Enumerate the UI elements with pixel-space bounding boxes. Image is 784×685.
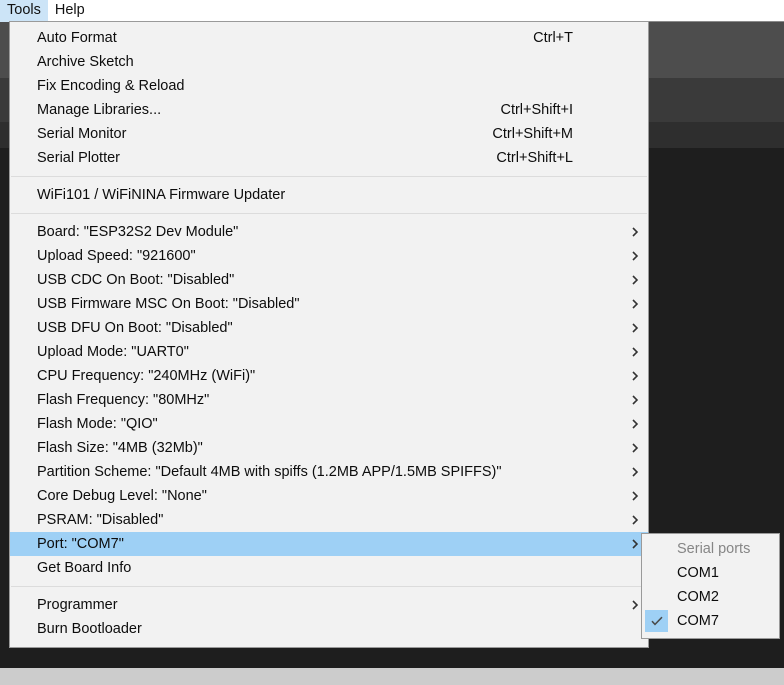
menu-group-board-configuration: Board: "ESP32S2 Dev Module" Upload Speed… xyxy=(10,220,648,580)
menu-item-shortcut: Ctrl+T xyxy=(533,30,573,46)
menu-item-label: Upload Mode: "UART0" xyxy=(37,344,189,360)
menu-item-label: PSRAM: "Disabled" xyxy=(37,512,164,528)
menu-item-label: Fix Encoding & Reload xyxy=(37,78,185,94)
menubar-item-tools-label: Tools xyxy=(7,1,41,18)
menu-item-wifi-firmware-updater[interactable]: WiFi101 / WiFiNINA Firmware Updater xyxy=(10,183,648,207)
menu-item-label: USB CDC On Boot: "Disabled" xyxy=(37,272,235,288)
chevron-right-icon xyxy=(630,599,640,611)
submenu-item-com2[interactable]: COM2 xyxy=(642,585,779,609)
menu-item-core-debug-level[interactable]: Core Debug Level: "None" xyxy=(10,484,648,508)
menu-item-label: Flash Size: "4MB (32Mb)" xyxy=(37,440,203,456)
chevron-right-icon xyxy=(630,298,640,310)
menu-item-label: Auto Format xyxy=(37,30,117,46)
menu-group-firmware-updater: WiFi101 / WiFiNINA Firmware Updater xyxy=(10,183,648,207)
menu-item-manage-libraries[interactable]: Manage Libraries... Ctrl+Shift+I xyxy=(10,98,648,122)
menu-item-usb-firmware-msc-on-boot[interactable]: USB Firmware MSC On Boot: "Disabled" xyxy=(10,292,648,316)
submenu-header-label: Serial ports xyxy=(677,541,751,557)
menu-separator xyxy=(11,176,647,177)
menubar-item-help-label: Help xyxy=(54,1,85,18)
menu-item-partition-scheme[interactable]: Partition Scheme: "Default 4MB with spif… xyxy=(10,460,648,484)
menu-item-fix-encoding-reload[interactable]: Fix Encoding & Reload xyxy=(10,74,648,98)
menu-item-cpu-frequency[interactable]: CPU Frequency: "240MHz (WiFi)" xyxy=(10,364,648,388)
menu-item-label: Serial Plotter xyxy=(37,150,121,166)
menu-item-auto-format[interactable]: Auto Format Ctrl+T xyxy=(10,26,648,50)
menu-item-label: WiFi101 / WiFiNINA Firmware Updater xyxy=(37,187,286,203)
submenu-item-com7[interactable]: COM7 xyxy=(642,609,779,633)
chevron-right-icon xyxy=(630,274,640,286)
menu-item-flash-mode[interactable]: Flash Mode: "QIO" xyxy=(10,412,648,436)
menu-item-label: Manage Libraries... xyxy=(37,102,162,118)
chevron-right-icon xyxy=(630,346,640,358)
chevron-right-icon xyxy=(630,226,640,238)
menu-item-port[interactable]: Port: "COM7" xyxy=(10,532,648,556)
menu-item-label: Upload Speed: "921600" xyxy=(37,248,196,264)
menu-group-programmer-actions: Programmer Burn Bootloader xyxy=(10,593,648,641)
submenu-item-com1[interactable]: COM1 xyxy=(642,561,779,585)
menubar-item-help[interactable]: Help xyxy=(48,0,92,22)
menu-item-label: Serial Monitor xyxy=(37,126,127,142)
menu-separator xyxy=(11,213,647,214)
menu-item-psram[interactable]: PSRAM: "Disabled" xyxy=(10,508,648,532)
menu-item-label: Archive Sketch xyxy=(37,54,134,70)
menu-item-archive-sketch[interactable]: Archive Sketch xyxy=(10,50,648,74)
menu-item-upload-mode[interactable]: Upload Mode: "UART0" xyxy=(10,340,648,364)
chevron-right-icon xyxy=(630,490,640,502)
menu-item-usb-cdc-on-boot[interactable]: USB CDC On Boot: "Disabled" xyxy=(10,268,648,292)
menu-item-label: Flash Mode: "QIO" xyxy=(37,416,158,432)
menu-item-label: Port: "COM7" xyxy=(37,536,124,552)
menu-item-label: Core Debug Level: "None" xyxy=(37,488,207,504)
menu-item-label: USB DFU On Boot: "Disabled" xyxy=(37,320,233,336)
menubar-item-tools[interactable]: Tools xyxy=(0,0,48,22)
chevron-right-icon xyxy=(630,370,640,382)
menu-item-label: CPU Frequency: "240MHz (WiFi)" xyxy=(37,368,256,384)
menu-item-burn-bootloader[interactable]: Burn Bootloader xyxy=(10,617,648,641)
submenu-item-label: COM1 xyxy=(677,565,719,581)
menu-item-shortcut: Ctrl+Shift+L xyxy=(496,150,573,166)
ide-status-bar xyxy=(0,668,784,685)
menu-item-flash-size[interactable]: Flash Size: "4MB (32Mb)" xyxy=(10,436,648,460)
menu-item-flash-frequency[interactable]: Flash Frequency: "80MHz" xyxy=(10,388,648,412)
submenu-item-label: COM7 xyxy=(677,613,719,629)
checkmark-icon xyxy=(645,610,668,632)
port-submenu: Serial ports COM1 COM2 COM7 xyxy=(641,533,780,639)
menu-group-basic-actions: Auto Format Ctrl+T Archive Sketch Fix En… xyxy=(10,22,648,170)
menu-item-serial-monitor[interactable]: Serial Monitor Ctrl+Shift+M xyxy=(10,122,648,146)
menu-item-shortcut: Ctrl+Shift+I xyxy=(500,102,573,118)
submenu-item-label: COM2 xyxy=(677,589,719,605)
submenu-header-serial-ports: Serial ports xyxy=(642,537,779,561)
tools-dropdown-menu: Auto Format Ctrl+T Archive Sketch Fix En… xyxy=(9,21,649,648)
menu-item-label: USB Firmware MSC On Boot: "Disabled" xyxy=(37,296,300,312)
menu-item-label: Burn Bootloader xyxy=(37,621,142,637)
menu-item-serial-plotter[interactable]: Serial Plotter Ctrl+Shift+L xyxy=(10,146,648,170)
menu-item-get-board-info[interactable]: Get Board Info xyxy=(10,556,648,580)
menu-item-label: Flash Frequency: "80MHz" xyxy=(37,392,210,408)
chevron-right-icon xyxy=(630,538,640,550)
menu-item-label: Get Board Info xyxy=(37,560,132,576)
chevron-right-icon xyxy=(630,250,640,262)
menu-item-label: Programmer xyxy=(37,597,118,613)
menu-item-shortcut: Ctrl+Shift+M xyxy=(492,126,573,142)
chevron-right-icon xyxy=(630,394,640,406)
menu-item-programmer[interactable]: Programmer xyxy=(10,593,648,617)
chevron-right-icon xyxy=(630,514,640,526)
menu-bar: Tools Help xyxy=(0,0,784,22)
chevron-right-icon xyxy=(630,418,640,430)
menu-separator xyxy=(11,586,647,587)
menu-item-usb-dfu-on-boot[interactable]: USB DFU On Boot: "Disabled" xyxy=(10,316,648,340)
menu-item-label: Partition Scheme: "Default 4MB with spif… xyxy=(37,464,502,480)
menu-item-board[interactable]: Board: "ESP32S2 Dev Module" xyxy=(10,220,648,244)
chevron-right-icon xyxy=(630,442,640,454)
chevron-right-icon xyxy=(630,322,640,334)
menu-item-upload-speed[interactable]: Upload Speed: "921600" xyxy=(10,244,648,268)
menu-item-label: Board: "ESP32S2 Dev Module" xyxy=(37,224,239,240)
chevron-right-icon xyxy=(630,466,640,478)
